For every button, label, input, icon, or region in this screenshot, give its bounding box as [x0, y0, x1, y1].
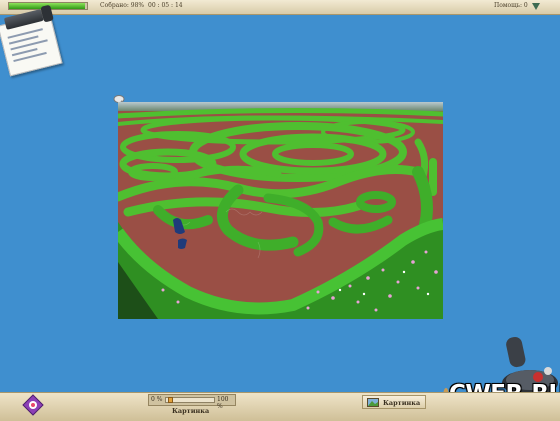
completion-text: Собрано: 98% [100, 2, 145, 9]
show-picture-label: Картинка [383, 399, 421, 407]
app-logo-icon[interactable] [22, 394, 44, 416]
picture-icon [367, 398, 379, 407]
transparency-slider-panel: 0 % 100 % [148, 394, 236, 410]
slider-thumb[interactable] [168, 397, 173, 403]
maze-garden-image [118, 102, 443, 319]
puzzle-board[interactable] [118, 102, 443, 319]
bottom-bar [0, 392, 560, 421]
top-bar: Собрано: 98% 00 : 05 : 14 Помощь: 0 [0, 0, 560, 15]
slider-min-label: 0 % [151, 396, 163, 403]
slider-caption: Картинка [172, 407, 210, 415]
slider-max-label: 100 % [217, 396, 229, 410]
menu-arrow-icon[interactable] [532, 3, 540, 10]
hints-counter: Помощь: 0 [494, 2, 528, 9]
transparency-slider[interactable] [165, 397, 215, 403]
timer: 00 : 05 : 14 [148, 2, 183, 9]
show-picture-button[interactable]: Картинка [362, 395, 426, 409]
